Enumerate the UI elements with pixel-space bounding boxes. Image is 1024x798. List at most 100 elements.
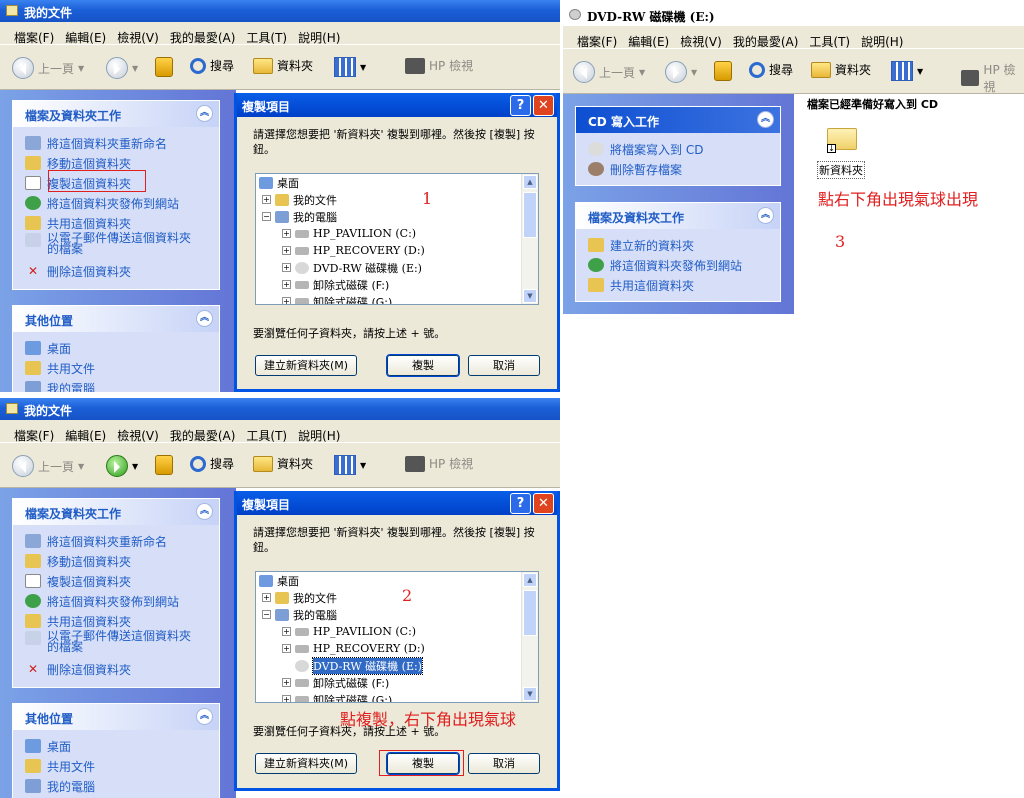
expand-plus-icon[interactable]: +	[282, 263, 291, 272]
file-tasks-header[interactable]: 檔案及資料夾工作 ︽	[13, 101, 219, 127]
tree-node-drive-g[interactable]: + 卸除式磁碟 (G:)	[256, 293, 538, 304]
menu-tools[interactable]: 工具(T)	[809, 35, 850, 49]
menu-help[interactable]: 說明(H)	[298, 31, 340, 45]
tree-node-my-documents[interactable]: + 我的文件	[256, 589, 538, 606]
task-rename[interactable]: 將這個資料夾重新命名	[25, 531, 219, 551]
task-copy[interactable]: 複製這個資料夾	[25, 571, 219, 591]
menu-view[interactable]: 檢視(V)	[117, 31, 159, 45]
search-button[interactable]: 搜尋	[190, 455, 234, 472]
place-my-computer[interactable]: 我的電腦	[25, 378, 219, 392]
collapse-icon[interactable]: ︽	[196, 708, 213, 725]
expand-plus-icon[interactable]: +	[262, 195, 271, 204]
collapse-minus-icon[interactable]: −	[262, 212, 271, 221]
menu-view[interactable]: 檢視(V)	[680, 35, 722, 49]
expand-plus-icon[interactable]: +	[282, 229, 291, 238]
place-shared-docs[interactable]: 共用文件	[25, 358, 219, 378]
tree-scrollbar[interactable]: ▲ ▼	[521, 174, 538, 304]
menu-edit[interactable]: 編輯(E)	[65, 31, 106, 45]
tree-node-drive-e[interactable]: + DVD-RW 磁碟機 (E:)	[256, 259, 538, 276]
forward-button[interactable]: ▼	[106, 57, 138, 79]
menu-file[interactable]: 檔案(F)	[577, 35, 617, 49]
collapse-icon[interactable]: ︽	[196, 503, 213, 520]
menu-view[interactable]: 檢視(V)	[117, 429, 159, 443]
up-button[interactable]	[155, 455, 173, 475]
menu-edit[interactable]: 編輯(E)	[65, 429, 106, 443]
folder-tree[interactable]: 桌面 + 我的文件 − 我的電腦 + HP_PAVILION (C:) + HP_REC…	[255, 173, 539, 305]
expand-plus-icon[interactable]: +	[282, 678, 291, 687]
expand-plus-icon[interactable]: +	[282, 297, 291, 304]
collapse-icon[interactable]: ︽	[196, 105, 213, 122]
new-folder-button[interactable]: 建立新資料夾(M)	[255, 753, 357, 774]
folders-button[interactable]: 資料夾	[253, 57, 313, 74]
menu-file[interactable]: 檔案(F)	[14, 429, 54, 443]
expand-plus-icon[interactable]: +	[262, 593, 271, 602]
collapse-icon[interactable]: ︽	[757, 207, 774, 224]
task-publish[interactable]: 將這個資料夾發佈到網站	[25, 193, 219, 213]
views-button[interactable]: ▼	[891, 61, 923, 81]
menu-favorites[interactable]: 我的最愛(A)	[170, 429, 236, 443]
tree-node-my-computer[interactable]: − 我的電腦	[256, 606, 538, 623]
cd-tasks-header[interactable]: CD 寫入工作 ︽	[576, 107, 780, 133]
up-button[interactable]	[714, 61, 732, 81]
back-button[interactable]: 上一頁 ▼	[12, 57, 84, 79]
cancel-button[interactable]: 取消	[468, 753, 540, 774]
tree-node-drive-e[interactable]: DVD-RW 磁碟機 (E:)	[256, 656, 538, 675]
tree-node-drive-g[interactable]: + 卸除式磁碟 (G:)	[256, 691, 538, 702]
up-button[interactable]	[155, 57, 173, 77]
scroll-down-icon[interactable]: ▼	[523, 687, 537, 701]
other-places-header[interactable]: 其他位置 ︽	[13, 704, 219, 730]
help-icon[interactable]: ?	[510, 95, 531, 116]
task-move[interactable]: 移動這個資料夾	[25, 551, 219, 571]
menu-file[interactable]: 檔案(F)	[14, 31, 54, 45]
views-button[interactable]: ▼	[334, 57, 366, 77]
place-desktop[interactable]: 桌面	[25, 736, 219, 756]
back-button[interactable]: 上一頁 ▼	[573, 61, 645, 83]
help-icon[interactable]: ?	[510, 493, 531, 514]
collapse-minus-icon[interactable]: −	[262, 610, 271, 619]
expand-plus-icon[interactable]: +	[282, 280, 291, 289]
tree-node-my-documents[interactable]: + 我的文件	[256, 191, 538, 208]
task-email[interactable]: 以電子郵件傳送這個資料夾的檔案	[25, 232, 219, 261]
menu-help[interactable]: 說明(H)	[298, 429, 340, 443]
task-share[interactable]: 共用這個資料夾	[25, 611, 219, 631]
tree-node-desktop[interactable]: 桌面	[256, 174, 538, 191]
tree-node-drive-f[interactable]: + 卸除式磁碟 (F:)	[256, 276, 538, 293]
new-folder-button[interactable]: 建立新資料夾(M)	[255, 355, 357, 376]
scroll-up-icon[interactable]: ▲	[523, 175, 537, 189]
task-email[interactable]: 以電子郵件傳送這個資料夾的檔案	[25, 630, 219, 659]
tree-node-drive-c[interactable]: + HP_PAVILION (C:)	[256, 225, 538, 242]
tree-node-my-computer[interactable]: − 我的電腦	[256, 208, 538, 225]
close-icon[interactable]: ✕	[533, 493, 554, 514]
cancel-button[interactable]: 取消	[468, 355, 540, 376]
search-button[interactable]: 搜尋	[749, 61, 793, 78]
place-desktop[interactable]: 桌面	[25, 338, 219, 358]
scroll-down-icon[interactable]: ▼	[523, 289, 537, 303]
menu-favorites[interactable]: 我的最愛(A)	[733, 35, 799, 49]
task-write-cd[interactable]: 將檔案寫入到 CD	[588, 139, 780, 159]
expand-plus-icon[interactable]: +	[282, 695, 291, 702]
scroll-thumb[interactable]	[523, 192, 537, 238]
views-button[interactable]: ▼	[334, 455, 366, 475]
hp-view-button[interactable]: HP 檢視	[405, 455, 473, 472]
collapse-icon[interactable]: ︽	[757, 111, 774, 128]
task-new-folder[interactable]: 建立新的資料夾	[588, 235, 780, 255]
hp-view-button[interactable]: HP 檢視	[405, 57, 473, 74]
file-tasks-header[interactable]: 檔案及資料夾工作 ︽	[13, 499, 219, 525]
scroll-thumb[interactable]	[523, 590, 537, 636]
tree-node-drive-d[interactable]: + HP_RECOVERY (D:)	[256, 242, 538, 259]
folders-button[interactable]: 資料夾	[811, 61, 871, 78]
task-share[interactable]: 共用這個資料夾	[25, 213, 219, 233]
forward-button[interactable]: ▼	[665, 61, 697, 83]
task-delete[interactable]: ✕ 刪除這個資料夾	[25, 659, 219, 679]
close-icon[interactable]: ✕	[533, 95, 554, 116]
task-publish[interactable]: 將這個資料夾發佈到網站	[588, 255, 780, 275]
task-rename[interactable]: 將這個資料夾重新命名	[25, 133, 219, 153]
task-share[interactable]: 共用這個資料夾	[588, 275, 780, 295]
hp-view-button[interactable]: HP 檢視	[961, 61, 1024, 95]
search-button[interactable]: 搜尋	[190, 57, 234, 74]
tree-node-drive-d[interactable]: + HP_RECOVERY (D:)	[256, 640, 538, 657]
menu-tools[interactable]: 工具(T)	[246, 31, 287, 45]
tree-node-desktop[interactable]: 桌面	[256, 572, 538, 589]
file-tasks-header[interactable]: 檔案及資料夾工作 ︽	[576, 203, 780, 229]
expand-plus-icon[interactable]: +	[282, 627, 291, 636]
